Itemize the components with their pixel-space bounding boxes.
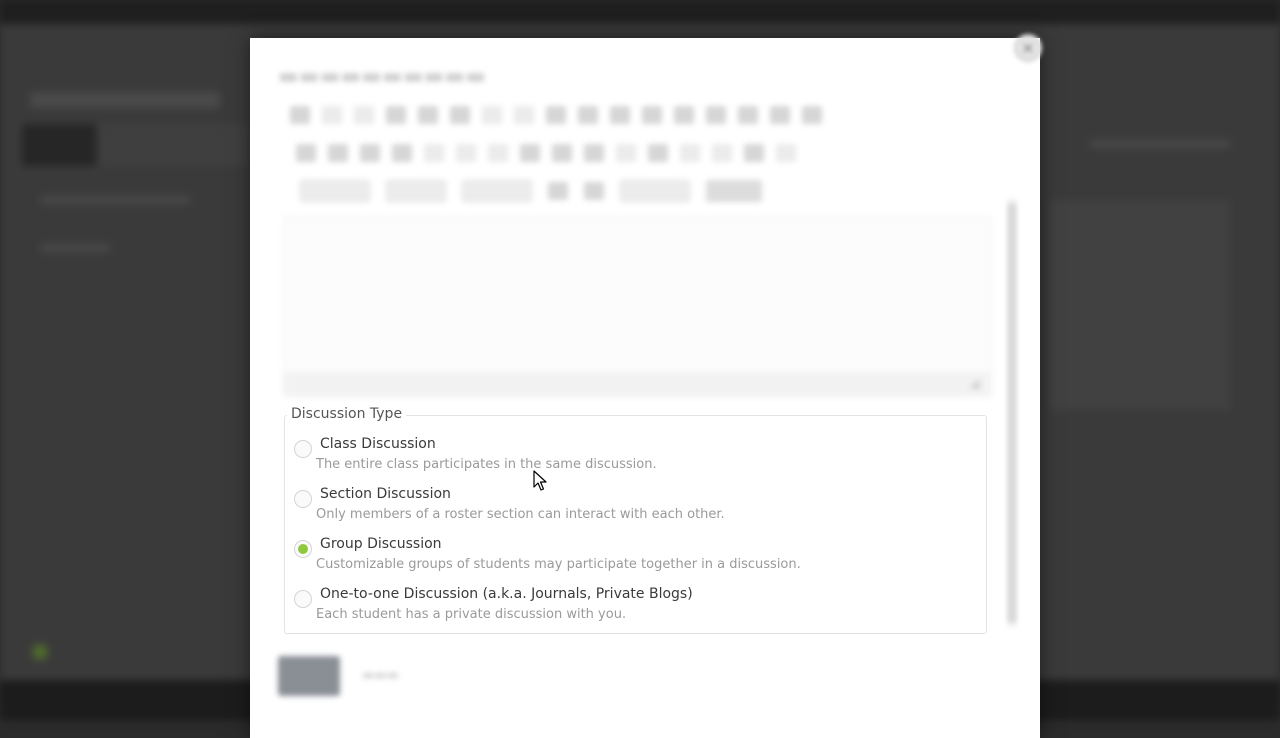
background-active-tab [22,124,96,166]
toolbar-button[interactable] [424,144,444,162]
toolbar-button[interactable] [456,144,476,162]
toolbar-button[interactable] [546,106,566,124]
toolbar-button[interactable] [584,144,604,162]
toolbar-row-3 [300,180,762,202]
toolbar-button[interactable] [584,182,604,200]
option-title: Group Discussion [320,536,442,552]
one-to-one-discussion-radio[interactable] [294,590,312,608]
toolbar-select[interactable] [386,180,446,202]
toolbar-button[interactable] [418,106,438,124]
toolbar-button[interactable] [290,106,310,124]
toolbar-select[interactable] [462,180,532,202]
section-discussion-radio[interactable] [294,490,312,508]
option-one-to-one-discussion[interactable]: One-to-one Discussion (a.k.a. Journals, … [294,586,974,632]
toolbar-button[interactable] [482,106,502,124]
toolbar-button[interactable] [616,144,636,162]
option-title: Section Discussion [320,486,451,502]
toolbar-button[interactable] [488,144,508,162]
toolbar-button[interactable] [680,144,700,162]
background-text-line [40,244,110,252]
toolbar-button[interactable] [520,144,540,162]
option-section-discussion[interactable]: Section Discussion Only members of a ros… [294,486,974,532]
discussion-type-legend: Discussion Type [287,406,407,422]
option-description: The entire class participates in the sam… [316,457,657,472]
toolbar-button[interactable] [386,106,406,124]
background-side-panel [1050,200,1230,410]
option-group-discussion[interactable]: Group Discussion Customizable groups of … [294,536,974,582]
toolbar-button[interactable] [648,144,668,162]
option-description: Only members of a roster section can int… [316,507,725,522]
class-discussion-radio[interactable] [294,440,312,458]
toolbar-button[interactable] [360,144,380,162]
option-title: One-to-one Discussion (a.k.a. Journals, … [320,586,693,602]
option-class-discussion[interactable]: Class Discussion The entire class partic… [294,436,974,482]
toolbar-button[interactable] [802,106,822,124]
toolbar-button[interactable] [392,144,412,162]
background-status-dot [32,644,48,660]
toolbar-button[interactable] [744,144,764,162]
option-description: Each student has a private discussion wi… [316,607,627,622]
toolbar-button[interactable] [450,106,470,124]
toolbar-button[interactable] [642,106,662,124]
toolbar-select[interactable] [300,180,370,202]
toolbar-row-2 [296,142,796,164]
toolbar-row-1 [290,104,822,126]
background-tab [100,124,250,166]
toolbar-button[interactable] [674,106,694,124]
toolbar-button[interactable] [776,144,796,162]
next-button[interactable] [278,656,340,696]
toolbar-select[interactable] [706,180,762,202]
background-title-bar [30,92,220,108]
modal-scrollbar-thumb[interactable] [1008,203,1016,623]
group-discussion-radio[interactable] [294,540,312,558]
toolbar-button[interactable] [548,182,568,200]
toolbar-button[interactable] [578,106,598,124]
toolbar-select[interactable] [620,180,690,202]
editor-text-area[interactable] [284,216,992,396]
toolbar-button[interactable] [712,144,732,162]
toolbar-button[interactable] [296,144,316,162]
editor-status-bar [284,372,990,396]
background-top-bar [0,0,1280,24]
cancel-link[interactable]: ▬▬▬ [362,668,399,683]
option-description: Customizable groups of students may part… [316,557,801,572]
toolbar-button[interactable] [514,106,534,124]
close-icon[interactable]: ✕ [1014,34,1042,62]
toolbar-button[interactable] [328,144,348,162]
background-text-line [40,196,190,204]
toolbar-button[interactable] [770,106,790,124]
resize-grip-icon[interactable]: ◢ [970,376,984,390]
create-discussion-modal: ✕ ▬▬▬▬▬▬▬▬▬▬ ◢ Discussion Type Class Dis… [250,34,1042,738]
modal-title: ▬▬▬▬▬▬▬▬▬▬ [278,64,486,89]
toolbar-button[interactable] [706,106,726,124]
toolbar-button[interactable] [354,106,374,124]
toolbar-button[interactable] [610,106,630,124]
toolbar-button[interactable] [322,106,342,124]
option-title: Class Discussion [320,436,436,452]
background-text-line [1090,140,1230,148]
mouse-pointer-icon [533,470,547,491]
toolbar-button[interactable] [552,144,572,162]
toolbar-button[interactable] [738,106,758,124]
